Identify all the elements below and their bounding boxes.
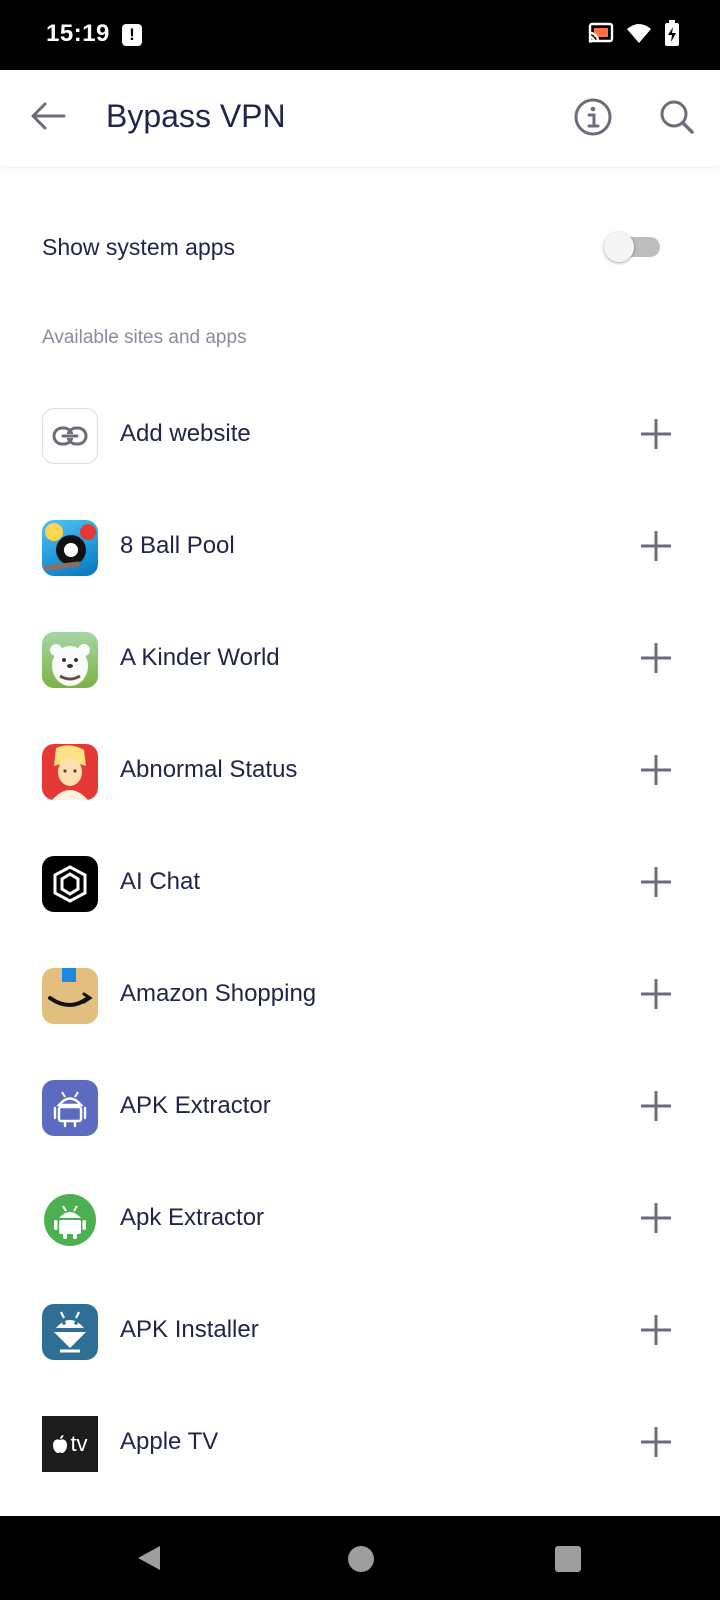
app-name: 8 Ball Pool	[120, 532, 235, 559]
status-time: 15:19	[46, 20, 110, 47]
list-item[interactable]: APK Extractor	[0, 1052, 720, 1164]
plus-icon	[639, 1089, 673, 1128]
show-system-apps-row[interactable]: Show system apps	[0, 210, 720, 282]
nav-recents-icon[interactable]	[555, 1546, 581, 1572]
plus-icon	[639, 753, 673, 792]
list-item[interactable]: AI Chat	[0, 828, 720, 940]
add-button[interactable]	[636, 752, 676, 792]
plus-icon	[639, 1425, 673, 1464]
plus-icon	[639, 1313, 673, 1352]
arrow-left-icon	[30, 101, 66, 136]
apple-tv-icon: tv	[42, 1416, 98, 1472]
toggle-thumb	[604, 232, 634, 262]
list-item[interactable]: 8 Ball Pool	[0, 492, 720, 604]
ai-chat-icon	[42, 856, 98, 912]
plus-icon	[639, 1201, 673, 1240]
navigation-bar	[0, 1516, 720, 1600]
add-button[interactable]	[636, 1424, 676, 1464]
alert-icon	[122, 24, 142, 46]
section-label: Available sites and apps	[42, 327, 247, 348]
apple-tv-label: tv	[70, 1431, 88, 1456]
app-bar: Bypass VPN	[0, 70, 720, 166]
app-name: Add website	[120, 420, 251, 447]
8-ball-pool-icon	[42, 520, 98, 576]
info-icon	[573, 97, 613, 142]
nav-home-icon[interactable]	[348, 1546, 374, 1572]
list-item[interactable]: A Kinder World	[0, 604, 720, 716]
list-item[interactable]: Abnormal Status	[0, 716, 720, 828]
apk-installer-icon	[42, 1304, 98, 1360]
app-name: APK Extractor	[120, 1092, 271, 1119]
add-button[interactable]	[636, 528, 676, 568]
info-button[interactable]	[570, 96, 616, 142]
list-item[interactable]: Add website	[0, 380, 720, 492]
status-bar: 15:19	[0, 0, 720, 70]
list-item[interactable]: Amazon Shopping	[0, 940, 720, 1052]
plus-icon	[639, 977, 673, 1016]
search-icon	[658, 98, 696, 141]
battery-charging-icon	[664, 19, 680, 51]
a-kinder-world-icon	[42, 632, 98, 688]
abnormal-status-icon	[42, 744, 98, 800]
show-system-apps-toggle[interactable]	[604, 232, 660, 262]
add-button[interactable]	[636, 1200, 676, 1240]
wifi-icon	[626, 22, 652, 49]
add-button[interactable]	[636, 1088, 676, 1128]
cast-icon	[588, 22, 614, 49]
plus-icon	[639, 417, 673, 456]
list-item[interactable]: tv Apple TV	[0, 1388, 720, 1500]
android-robot-icon	[42, 1192, 98, 1248]
plus-icon	[639, 529, 673, 568]
add-button[interactable]	[636, 864, 676, 904]
app-name: Apk Extractor	[120, 1204, 265, 1231]
back-button[interactable]	[24, 96, 72, 140]
app-name: Abnormal Status	[120, 756, 298, 783]
app-name: A Kinder World	[120, 644, 280, 671]
app-name: APK Installer	[120, 1316, 259, 1343]
show-system-apps-label: Show system apps	[42, 234, 236, 260]
page-title: Bypass VPN	[106, 98, 286, 134]
app-list: Add website 8 Ball Pool A Kinder World A…	[0, 380, 720, 1500]
link-icon	[42, 408, 98, 464]
add-button[interactable]	[636, 416, 676, 456]
amazon-shopping-icon	[42, 968, 98, 1024]
add-button[interactable]	[636, 640, 676, 680]
add-button[interactable]	[636, 976, 676, 1016]
plus-icon	[639, 865, 673, 904]
search-button[interactable]	[654, 96, 700, 142]
list-item[interactable]: APK Installer	[0, 1276, 720, 1388]
android-robot-icon	[42, 1080, 98, 1136]
status-icons	[588, 19, 680, 51]
app-name: Amazon Shopping	[120, 980, 317, 1007]
app-name: Apple TV	[120, 1428, 219, 1455]
app-name: AI Chat	[120, 868, 201, 895]
nav-back-icon[interactable]	[136, 1544, 162, 1577]
list-item[interactable]: Apk Extractor	[0, 1164, 720, 1276]
plus-icon	[639, 641, 673, 680]
add-button[interactable]	[636, 1312, 676, 1352]
